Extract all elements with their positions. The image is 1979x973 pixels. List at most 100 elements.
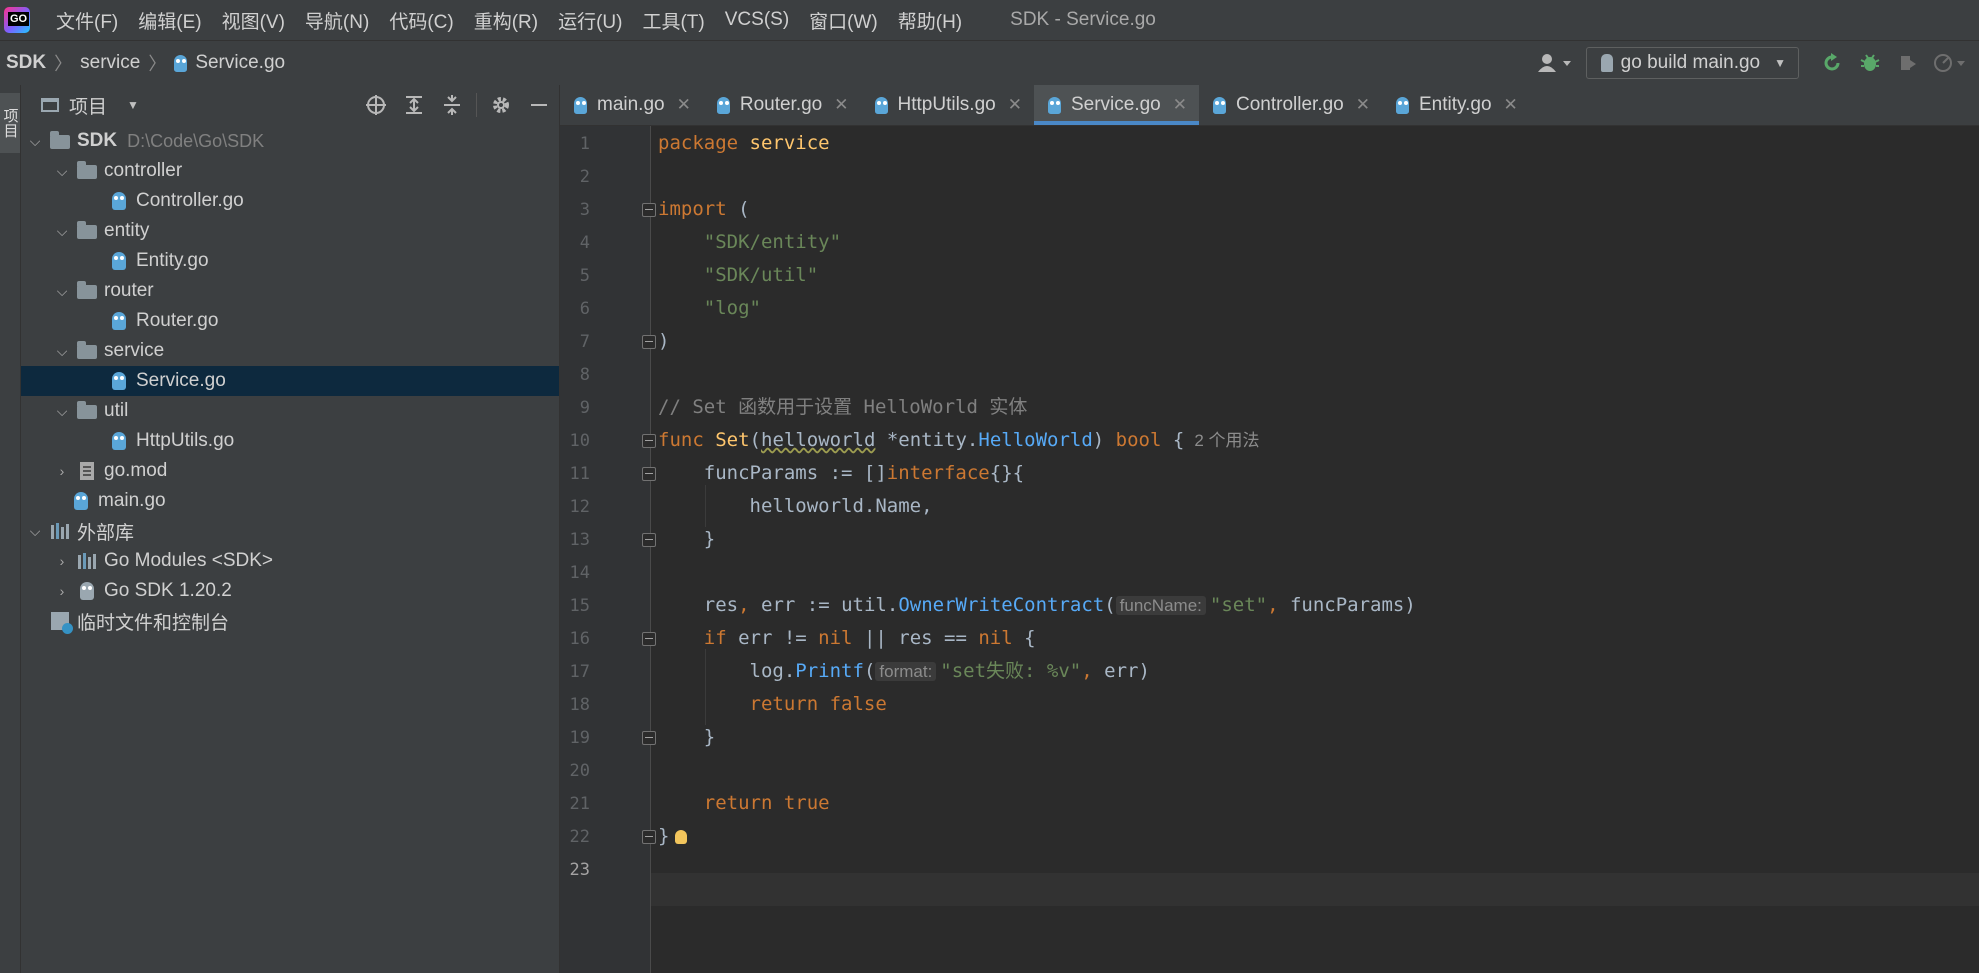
menu-navigate[interactable]: 导航(N) — [305, 7, 369, 34]
close-icon[interactable]: ✕ — [834, 95, 848, 115]
tree-item-httputils-go[interactable]: HttpUtils.go — [21, 426, 559, 456]
collapse-all-icon[interactable] — [438, 91, 466, 119]
code-line-21[interactable]: return true — [658, 787, 830, 820]
tab-controller-go[interactable]: Controller.go ✕ — [1199, 85, 1382, 125]
menu-edit[interactable]: 编辑(E) — [138, 7, 201, 34]
line-number: 22 — [569, 827, 590, 847]
close-icon[interactable]: ✕ — [1008, 95, 1022, 115]
tab-service-go[interactable]: Service.go ✕ — [1033, 85, 1200, 125]
tab-entity-go[interactable]: Entity.go ✕ — [1382, 85, 1530, 125]
menu-vcs[interactable]: VCS(S) — [725, 9, 789, 31]
close-icon[interactable]: ✕ — [677, 95, 691, 115]
fold-marker-icon[interactable] — [642, 467, 656, 481]
tree-item-label: 外部库 — [77, 522, 135, 544]
tree-item-router-go[interactable]: Router.go — [21, 306, 559, 336]
gear-icon[interactable] — [487, 91, 515, 119]
fold-marker-icon[interactable] — [642, 632, 656, 646]
menu-file[interactable]: 文件(F) — [56, 7, 118, 34]
tab-main-go[interactable]: main.go ✕ — [560, 85, 703, 125]
go-file-icon — [174, 54, 188, 72]
chevron-down-icon[interactable]: ⌵ — [54, 223, 70, 240]
code-line-18[interactable]: return false — [658, 688, 887, 721]
code-line-17[interactable]: log.Printf(format: "set失败: %v", err) — [658, 655, 1150, 688]
breadcrumb-file[interactable]: Service.go — [195, 52, 285, 74]
function-name: Set — [715, 429, 750, 451]
tab-router-go[interactable]: Router.go ✕ — [703, 85, 861, 125]
tree-item-router[interactable]: ⌵ router — [21, 276, 559, 306]
code-line-9[interactable]: // Set 函数用于设置 HelloWorld 实体 — [658, 391, 1027, 424]
code-line-7[interactable]: ) — [658, 325, 669, 358]
tree-item-controller-go[interactable]: Controller.go — [21, 186, 559, 216]
user-icon[interactable] — [1532, 48, 1578, 78]
code-line-19[interactable]: } — [658, 721, 715, 754]
coverage-icon[interactable] — [1893, 48, 1923, 78]
tree-item-sdk[interactable]: ⌵ SDK D:\Code\Go\SDK — [21, 126, 559, 156]
minimize-icon[interactable] — [525, 91, 553, 119]
chevron-down-icon[interactable]: ⌵ — [27, 523, 43, 540]
chevron-down-icon[interactable]: ⌵ — [54, 403, 70, 420]
tree-item-go-sdk[interactable]: › Go SDK 1.20.2 — [21, 576, 559, 606]
tree-item-util[interactable]: ⌵ util — [21, 396, 559, 426]
tree-item-entity[interactable]: ⌵ entity — [21, 216, 559, 246]
code-line-10[interactable]: func Set(helloworld *entity.HelloWorld) … — [658, 424, 1260, 457]
code-line-13[interactable]: } — [658, 523, 715, 556]
code-line-4[interactable]: "SDK/entity" — [658, 226, 841, 259]
code-line-3[interactable]: import ( — [658, 193, 750, 226]
close-icon[interactable]: ✕ — [1504, 95, 1518, 115]
tree-item-main-go[interactable]: main.go — [21, 486, 559, 516]
lightbulb-icon[interactable] — [675, 829, 688, 844]
tree-item-external-libraries[interactable]: ⌵ 外部库 — [21, 516, 559, 546]
fold-marker-icon[interactable] — [642, 830, 656, 844]
tree-item-service[interactable]: ⌵ service — [21, 336, 559, 366]
profile-icon[interactable] — [1931, 48, 1971, 78]
tree-item-go-modules[interactable]: › Go Modules <SDK> — [21, 546, 559, 576]
chevron-down-icon[interactable]: ⌵ — [54, 283, 70, 300]
run-configuration-select[interactable]: go build main.go ▼ — [1585, 47, 1799, 79]
type-name: HelloWorld — [978, 429, 1093, 451]
fold-marker-icon[interactable] — [642, 731, 656, 745]
menu-run[interactable]: 运行(U) — [558, 7, 622, 34]
fold-marker-icon[interactable] — [642, 533, 656, 547]
chevron-down-icon[interactable]: ⌵ — [27, 133, 43, 150]
tree-item-entity-go[interactable]: Entity.go — [21, 246, 559, 276]
tree-item-go-mod[interactable]: › go.mod — [21, 456, 559, 486]
menu-help[interactable]: 帮助(H) — [898, 7, 962, 34]
menu-view[interactable]: 视图(V) — [222, 7, 285, 34]
breadcrumb-project[interactable]: SDK — [6, 52, 46, 74]
line-number: 17 — [569, 662, 590, 682]
code-line-6[interactable]: "log" — [658, 292, 761, 325]
chevron-down-icon[interactable]: ⌵ — [54, 343, 70, 360]
menu-tools[interactable]: 工具(T) — [642, 7, 704, 34]
rerun-icon[interactable] — [1817, 48, 1847, 78]
chevron-down-icon[interactable]: ⌵ — [54, 163, 70, 180]
tab-httputils-go[interactable]: HttpUtils.go ✕ — [861, 85, 1034, 125]
breadcrumb-folder[interactable]: service — [80, 52, 140, 74]
menu-code[interactable]: 代码(C) — [389, 7, 453, 34]
chevron-right-icon[interactable]: › — [54, 463, 70, 479]
code-line-12[interactable]: helloworld.Name, — [658, 490, 933, 523]
chevron-right-icon[interactable]: › — [54, 553, 70, 569]
locate-file-icon[interactable] — [362, 91, 390, 119]
tree-item-scratches[interactable]: 临时文件和控制台 — [21, 606, 559, 636]
debug-icon[interactable] — [1855, 48, 1885, 78]
fold-marker-icon[interactable] — [642, 203, 656, 217]
tree-item-controller[interactable]: ⌵ controller — [21, 156, 559, 186]
tree-item-service-go[interactable]: Service.go — [21, 366, 559, 396]
code-line-16[interactable]: if err != nil || res == nil { — [658, 622, 1036, 655]
code-line-5[interactable]: "SDK/util" — [658, 259, 818, 292]
usages-hint[interactable]: 2 个用法 — [1194, 431, 1259, 450]
menu-refactor[interactable]: 重构(R) — [474, 7, 538, 34]
code-line-1[interactable]: package service — [658, 127, 830, 160]
code-line-15[interactable]: res, err := util.OwnerWriteContract(func… — [658, 589, 1416, 622]
chevron-down-icon[interactable]: ▼ — [127, 98, 139, 112]
close-icon[interactable]: ✕ — [1173, 95, 1187, 115]
menu-window[interactable]: 窗口(W) — [809, 7, 878, 34]
fold-marker-icon[interactable] — [642, 434, 656, 448]
close-icon[interactable]: ✕ — [1356, 95, 1370, 115]
fold-marker-icon[interactable] — [642, 335, 656, 349]
expand-all-icon[interactable] — [400, 91, 428, 119]
chevron-right-icon[interactable]: › — [54, 583, 70, 599]
project-tool-window-button[interactable]: 项目 — [0, 93, 20, 153]
code-line-22[interactable]: } — [658, 820, 688, 853]
code-line-11[interactable]: funcParams := []interface{}{ — [658, 457, 1024, 490]
